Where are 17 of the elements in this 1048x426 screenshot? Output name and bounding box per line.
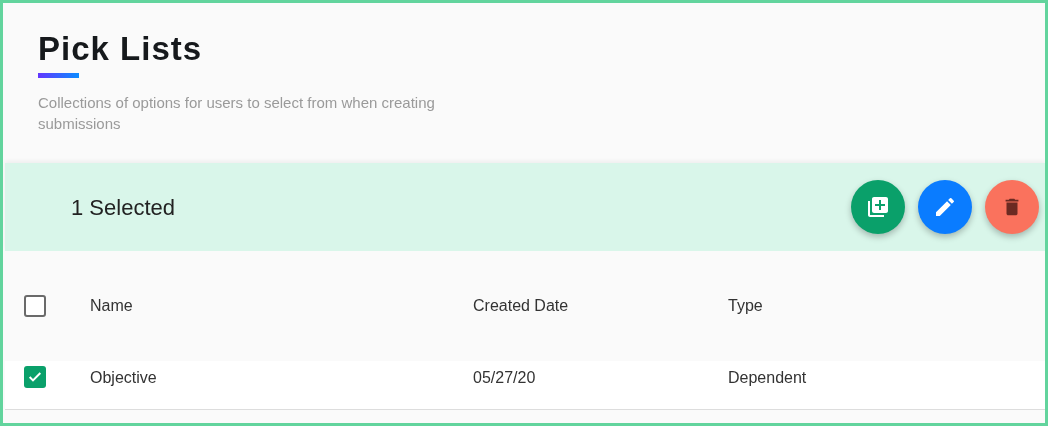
title-underline: [38, 73, 79, 78]
page-subtitle: Collections of options for users to select from when creating submissions: [38, 93, 436, 134]
add-copy-icon: [866, 195, 890, 219]
table-cell-text: Objective: [90, 368, 158, 388]
edit-button[interactable]: [918, 180, 972, 234]
table-cell-text: Dependent: [728, 368, 807, 388]
table-cell-text: 05/27/20: [473, 368, 537, 388]
add-button[interactable]: [851, 180, 905, 234]
delete-button[interactable]: [985, 180, 1039, 234]
pencil-icon: [933, 195, 957, 219]
column-header[interactable]: Created Date: [473, 294, 728, 318]
page-title: Pick Lists: [38, 29, 204, 69]
column-header[interactable]: Name: [90, 294, 473, 318]
column-header[interactable]: Type: [728, 294, 763, 318]
selection-count: 1 Selected: [71, 193, 176, 222]
checkbox[interactable]: [24, 295, 46, 317]
checkbox[interactable]: [24, 366, 46, 388]
